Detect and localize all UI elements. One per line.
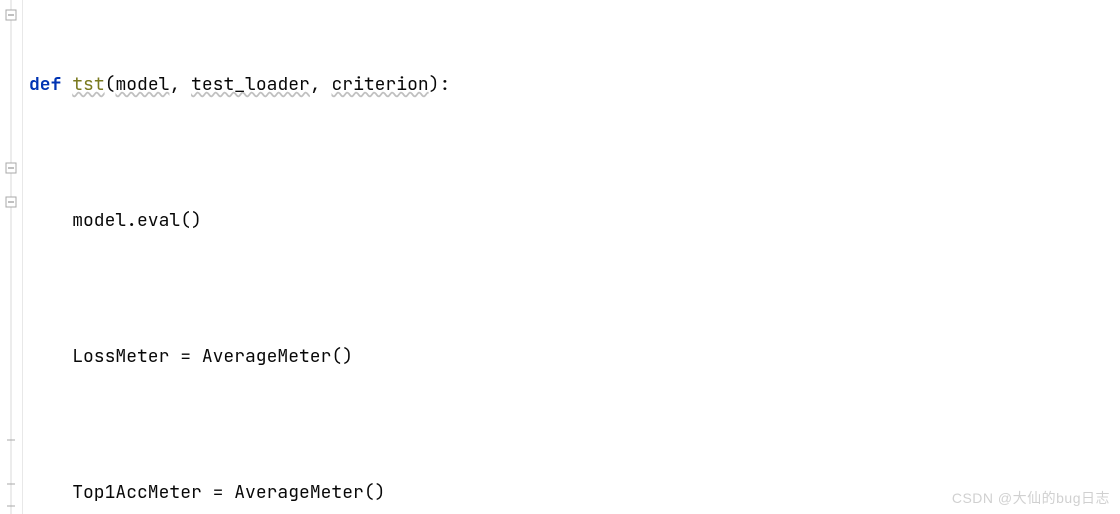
fold-markers [0,0,22,514]
code-line[interactable]: LossMeter = AverageMeter() [29,340,861,374]
gutter [0,0,23,514]
code-editor[interactable]: def tst(model, test_loader, criterion): … [0,0,1120,514]
param: test_loader [191,73,310,96]
code-line[interactable]: def tst(model, test_loader, criterion): [29,68,861,102]
param: criterion [331,73,428,96]
param: model [115,73,169,96]
function-name: tst [72,73,104,96]
code-line[interactable]: model.eval() [29,204,861,238]
code-line[interactable]: Top1AccMeter = AverageMeter() [29,476,861,510]
keyword-def: def [29,73,61,96]
code-area[interactable]: def tst(model, test_loader, criterion): … [23,0,865,514]
